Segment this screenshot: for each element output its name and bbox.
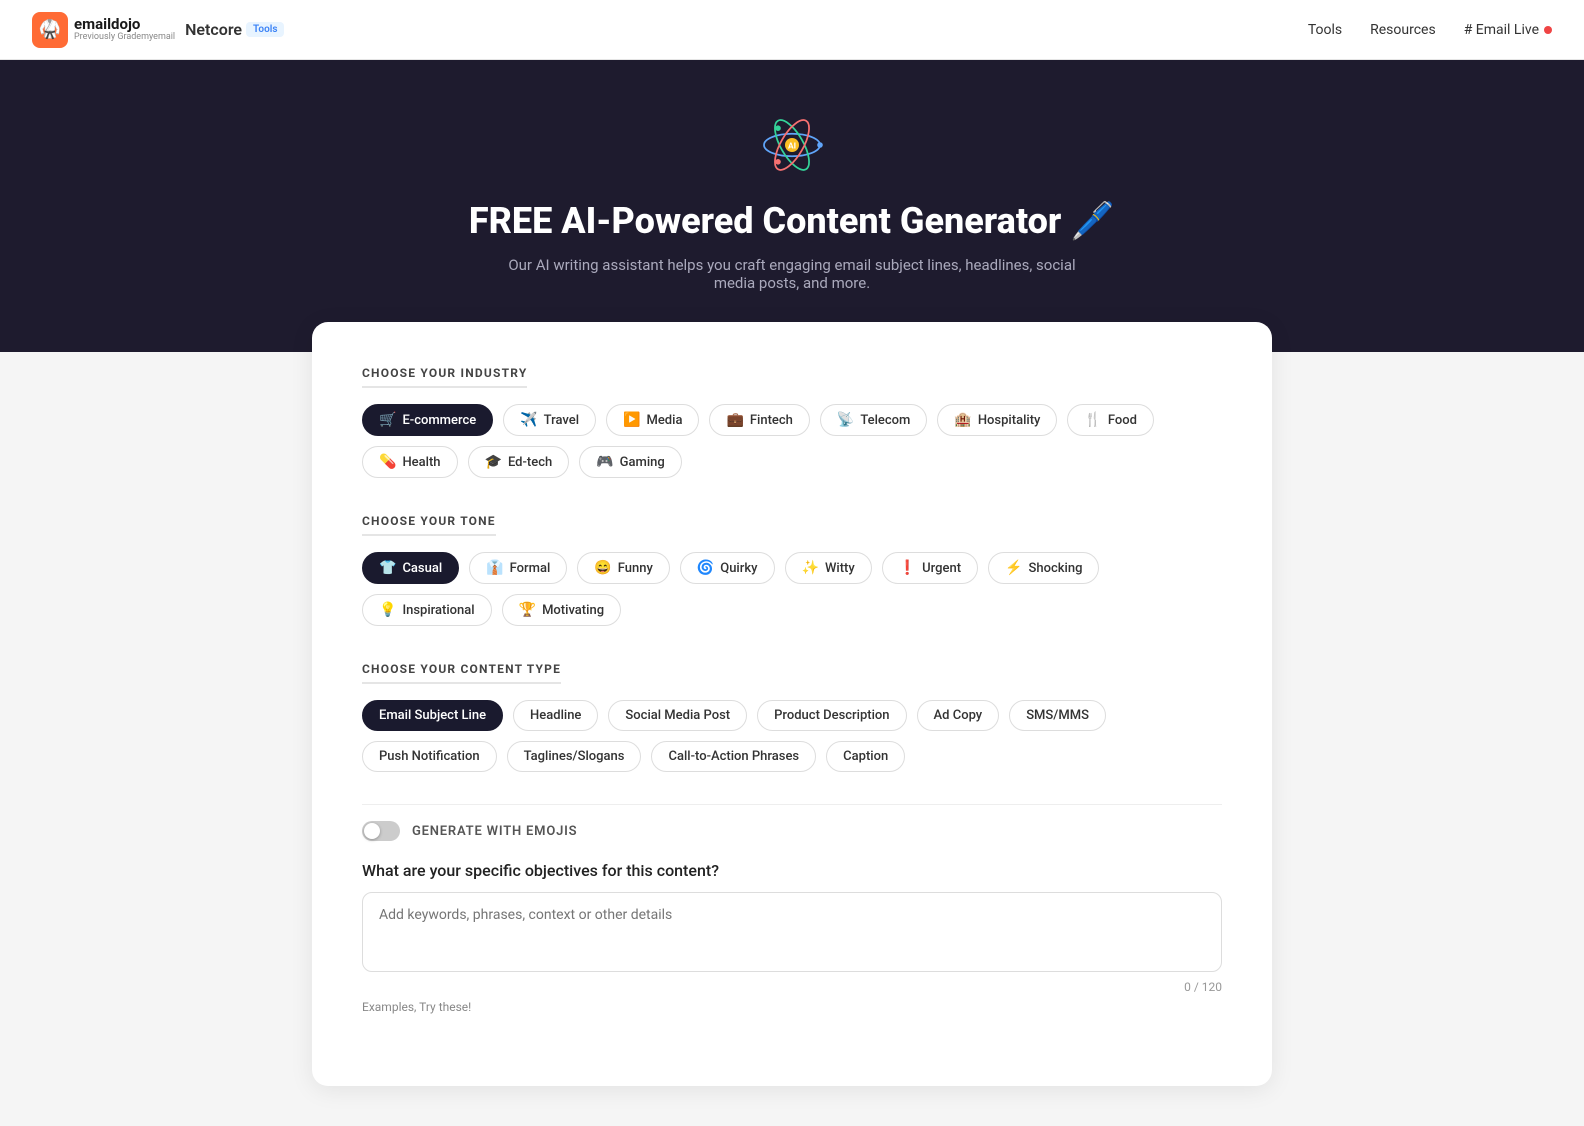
industry-label: CHOOSE YOUR INDUSTRY [362, 366, 527, 388]
content-chip-taglines-slogans[interactable]: Taglines/Slogans [507, 741, 642, 772]
toggle-thumb [364, 823, 380, 839]
char-count: 0 / 120 [362, 980, 1222, 994]
industry-chip-health[interactable]: 💊Health [362, 446, 458, 478]
navbar: 🥋 emaildojo Previously Grademyemail Netc… [0, 0, 1584, 60]
tone-chip-motivating[interactable]: 🏆Motivating [502, 594, 621, 626]
industry-chip-hospitality[interactable]: 🏨Hospitality [937, 404, 1057, 436]
tone-chip-formal[interactable]: 👔Formal [469, 552, 567, 584]
content-chip-email-subject-line[interactable]: Email Subject Line [362, 700, 503, 731]
objectives-input[interactable] [362, 892, 1222, 972]
tone-chip-quirky[interactable]: 🌀Quirky [680, 552, 775, 584]
content-chip-product-description[interactable]: Product Description [757, 700, 906, 731]
objectives-section: What are your specific objectives for th… [362, 861, 1222, 1014]
emoji-toggle-label: GENERATE WITH EMOJIS [412, 824, 577, 839]
emoji-toggle[interactable] [362, 821, 400, 841]
industry-chip-gaming[interactable]: 🎮Gaming [579, 446, 682, 478]
industry-chip-food[interactable]: 🍴Food [1067, 404, 1154, 436]
content-chip-push-notification[interactable]: Push Notification [362, 741, 497, 772]
nav-email-live[interactable]: # Email Live [1464, 22, 1552, 38]
content-type-section: CHOOSE YOUR CONTENT TYPE Email Subject L… [362, 658, 1222, 772]
industry-chip-fintech[interactable]: 💼Fintech [709, 404, 809, 436]
hero-title: FREE AI-Powered Content Generator 🖊️ [20, 200, 1564, 242]
tone-chip-casual[interactable]: 👕Casual [362, 552, 459, 584]
navbar-right: Tools Resources # Email Live [1308, 22, 1552, 38]
industry-chips: 🛒E-commerce ✈️Travel ▶️Media 💼Fintech 📡Telec… [362, 404, 1222, 478]
tools-pill: Tools [246, 22, 284, 37]
tone-chips: 👕Casual 👔Formal 😄Funny 🌀Quirky ✨Witty ❗Urgent… [362, 552, 1222, 626]
industry-chip-ed-tech[interactable]: 🎓Ed-tech [468, 446, 570, 478]
tone-label: CHOOSE YOUR TONE [362, 514, 496, 536]
content-type-chips: Email Subject Line Headline Social Media P… [362, 700, 1222, 772]
tone-chip-witty[interactable]: ✨Witty [785, 552, 872, 584]
logo-subtext: Previously Grademyemail [74, 33, 175, 43]
tone-chip-funny[interactable]: 😄Funny [577, 552, 670, 584]
emoji-toggle-row: GENERATE WITH EMOJIS [362, 821, 1222, 841]
examples-label: Examples, Try these! [362, 1000, 1222, 1014]
logo-name: emaildojo [74, 16, 175, 33]
navbar-left: 🥋 emaildojo Previously Grademyemail Netc… [32, 12, 284, 48]
objectives-textarea-wrap [362, 892, 1222, 976]
logo: 🥋 emaildojo Previously Grademyemail [32, 12, 175, 48]
industry-chip-travel[interactable]: ✈️Travel [503, 404, 596, 436]
nav-resources[interactable]: Resources [1370, 22, 1436, 38]
industry-chip-media[interactable]: ▶️Media [606, 404, 699, 436]
content-chip-headline[interactable]: Headline [513, 700, 598, 731]
main-card: CHOOSE YOUR INDUSTRY 🛒E-commerce ✈️Travel… [312, 322, 1272, 1086]
content-chip-social-media-post[interactable]: Social Media Post [608, 700, 747, 731]
tone-chip-inspirational[interactable]: 💡Inspirational [362, 594, 492, 626]
logo-text: emaildojo Previously Grademyemail [74, 16, 175, 42]
ai-atom-icon: AI [757, 110, 827, 180]
tone-chip-urgent[interactable]: ❗Urgent [882, 552, 978, 584]
live-dot [1544, 26, 1552, 34]
industry-chip-telecom[interactable]: 📡Telecom [820, 404, 927, 436]
nav-tools[interactable]: Tools [1308, 22, 1342, 38]
objectives-question: What are your specific objectives for th… [362, 861, 1222, 880]
hero-section: AI FREE AI-Powered Content Generator 🖊️ … [0, 60, 1584, 352]
content-chip-sms-mms[interactable]: SMS/MMS [1009, 700, 1106, 731]
logo-icon: 🥋 [32, 12, 68, 48]
content-chip-call-to-action-phrases[interactable]: Call-to-Action Phrases [651, 741, 816, 772]
content-chip-caption[interactable]: Caption [826, 741, 905, 772]
industry-section: CHOOSE YOUR INDUSTRY 🛒E-commerce ✈️Travel… [362, 362, 1222, 478]
netcore-badge: Netcore Tools [185, 20, 284, 39]
industry-chip-e-commerce[interactable]: 🛒E-commerce [362, 404, 493, 436]
content-type-label: CHOOSE YOUR CONTENT TYPE [362, 662, 561, 684]
tone-section: CHOOSE YOUR TONE 👕Casual 👔Formal 😄Funny 🌀Qu… [362, 510, 1222, 626]
tone-chip-shocking[interactable]: ⚡Shocking [988, 552, 1099, 584]
svg-text:AI: AI [788, 142, 796, 152]
content-chip-ad-copy[interactable]: Ad Copy [917, 700, 1000, 731]
hero-subtitle: Our AI writing assistant helps you craft… [492, 256, 1092, 292]
netcore-name: Netcore [185, 20, 242, 39]
